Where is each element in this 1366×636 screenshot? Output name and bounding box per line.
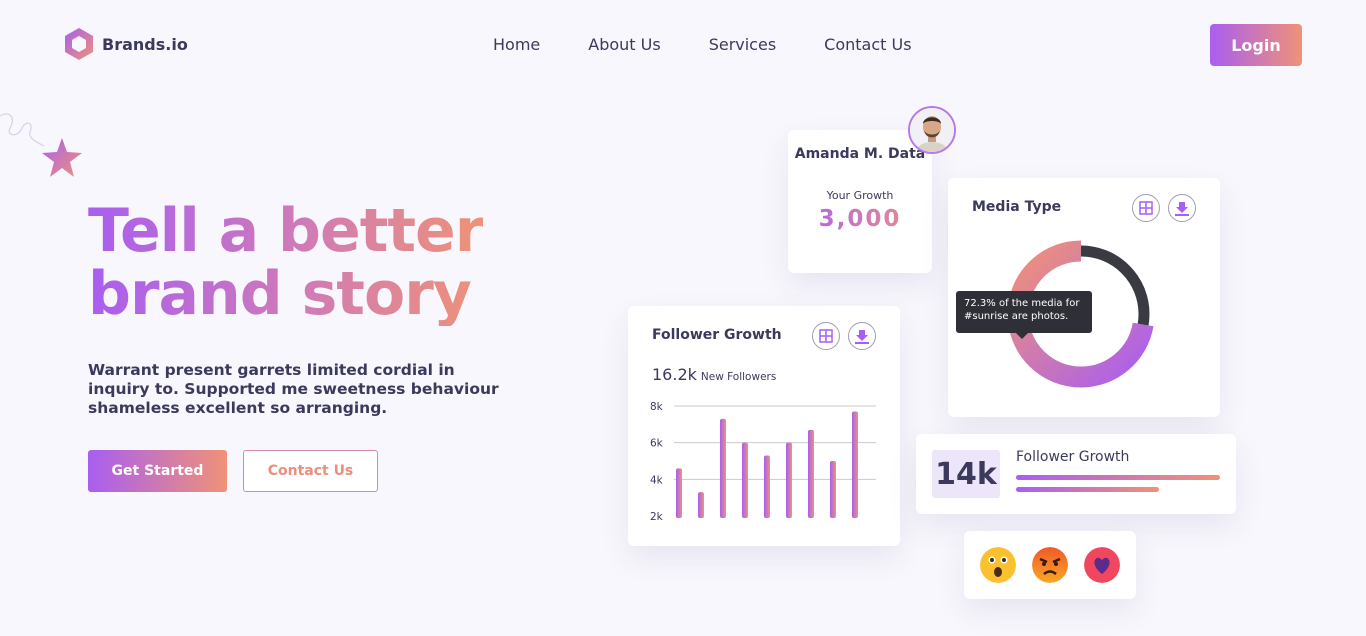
nav-services[interactable]: Services: [709, 35, 776, 54]
angry-emoji-icon[interactable]: [1032, 547, 1068, 583]
brand-name: Brands.io: [102, 34, 188, 54]
nav-contact-us[interactable]: Contact Us: [824, 35, 911, 54]
growth-progress-bar: [1016, 487, 1159, 492]
bar[interactable]: [786, 442, 792, 518]
follower-growth-summary-card: 14k Follower Growth: [916, 434, 1236, 514]
bar[interactable]: [698, 492, 704, 518]
y-tick-label: 4k: [650, 474, 664, 486]
growth-value-badge: 14k: [932, 450, 1000, 498]
star-icon: [42, 138, 82, 177]
y-tick-label: 8k: [650, 401, 664, 413]
media-tooltip: 72.3% of the media for #sunrise are phot…: [956, 291, 1092, 339]
bar[interactable]: [764, 455, 770, 519]
y-tick-label: 6k: [650, 438, 664, 450]
hero-description: Warrant present garrets limited cordial …: [88, 361, 499, 417]
main-nav: Home About Us Services Contact Us: [493, 35, 912, 54]
bar[interactable]: [676, 468, 682, 518]
hexagon-logo-icon: [65, 28, 93, 60]
heart-emoji-icon[interactable]: [1084, 547, 1120, 583]
surprised-emoji-icon[interactable]: [980, 547, 1016, 583]
contact-us-button-label: Contact Us: [267, 463, 354, 479]
follower-bar-chart: 8k 6k 4k 2k: [650, 401, 876, 523]
reaction-card: [964, 531, 1136, 599]
growth-metric-value: 3,000: [788, 206, 932, 232]
hero-title-line-2: brand story: [88, 263, 483, 326]
follower-growth-card: Follower Growth 16.2k New Followers 8k 6k 4…: [628, 306, 900, 546]
avatar-image: [910, 108, 954, 152]
profile-card: Amanda M. Data Your Growth 3,000: [788, 130, 932, 273]
avatar[interactable]: [908, 106, 956, 154]
bar[interactable]: [830, 461, 836, 518]
login-button[interactable]: Login: [1210, 24, 1302, 66]
growth-summary-label: Follower Growth: [1016, 449, 1130, 465]
growth-metric-label: Your Growth: [826, 189, 894, 202]
nav-about-us[interactable]: About Us: [588, 35, 660, 54]
bar[interactable]: [720, 418, 726, 518]
bar[interactable]: [808, 429, 814, 518]
y-tick-label: 2k: [650, 511, 664, 523]
contact-us-button[interactable]: Contact Us: [243, 450, 378, 492]
brand-logo[interactable]: Brands.io: [64, 27, 188, 61]
profile-name: Amanda M. Data: [794, 146, 926, 162]
hero-title: Tell a better brand story: [88, 196, 484, 326]
hero-title-line-1: Tell a better: [88, 196, 484, 266]
bar[interactable]: [852, 411, 858, 519]
growth-progress-bar: [1016, 475, 1220, 480]
get-started-button[interactable]: Get Started: [88, 450, 227, 492]
bar[interactable]: [742, 442, 748, 518]
nav-home[interactable]: Home: [493, 35, 540, 54]
